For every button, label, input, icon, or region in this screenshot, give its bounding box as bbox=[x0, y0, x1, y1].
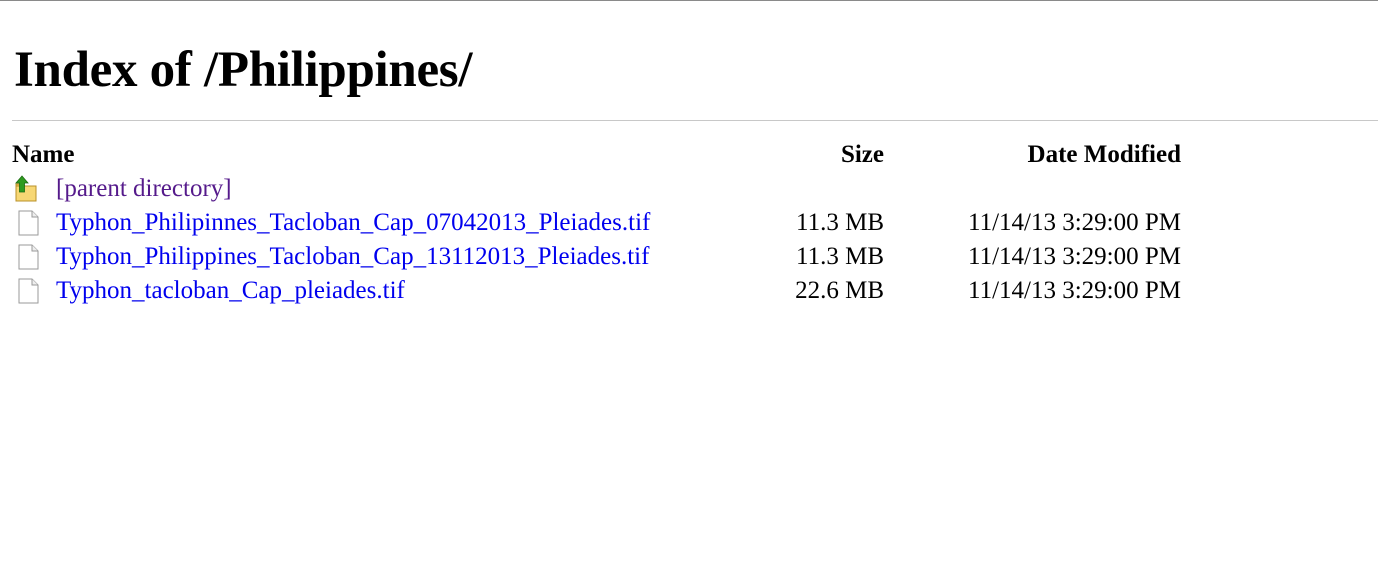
file-size: 11.3 MB bbox=[796, 209, 884, 236]
file-date-modified: 11/14/13 3:29:00 PM bbox=[968, 243, 1181, 270]
file-link[interactable]: Typhon_Philippines_Tacloban_Cap_13112013… bbox=[56, 240, 649, 274]
file-name-cell: Typhon_Philipinnes_Tacloban_Cap_07042013… bbox=[12, 206, 769, 240]
window-top-border bbox=[0, 0, 1378, 1]
file-size: 22.6 MB bbox=[795, 277, 884, 304]
file-size: 11.3 MB bbox=[796, 243, 884, 270]
file-date-modified: 11/14/13 3:29:00 PM bbox=[968, 277, 1181, 304]
parent-directory-link[interactable]: [parent directory] bbox=[56, 172, 232, 206]
file-row: Typhon_tacloban_Cap_pleiades.tif 22.6 MB… bbox=[12, 274, 1181, 308]
horizontal-rule bbox=[12, 120, 1378, 121]
file-icon[interactable] bbox=[14, 209, 42, 237]
column-header-name[interactable]: Name bbox=[12, 138, 769, 172]
page-title: Index of /Philippines/ bbox=[14, 42, 473, 98]
file-date-modified: 11/14/13 3:29:00 PM bbox=[968, 209, 1181, 236]
file-name-cell: Typhon_tacloban_Cap_pleiades.tif bbox=[12, 274, 769, 308]
file-icon[interactable] bbox=[14, 243, 42, 271]
parent-size-cell bbox=[769, 172, 884, 206]
file-row: Typhon_Philippines_Tacloban_Cap_13112013… bbox=[12, 240, 1181, 274]
parent-date-cell bbox=[884, 172, 1181, 206]
file-icon[interactable] bbox=[14, 277, 42, 305]
header-row: Name Size Date Modified bbox=[12, 138, 1181, 172]
folder-up-icon[interactable] bbox=[14, 175, 42, 203]
file-row: Typhon_Philipinnes_Tacloban_Cap_07042013… bbox=[12, 206, 1181, 240]
parent-directory-cell: [parent directory] bbox=[12, 172, 769, 206]
file-link[interactable]: Typhon_Philipinnes_Tacloban_Cap_07042013… bbox=[56, 206, 650, 240]
parent-directory-row: [parent directory] bbox=[12, 172, 1181, 206]
directory-listing: Name Size Date Modified [parent director… bbox=[12, 138, 1181, 308]
file-link[interactable]: Typhon_tacloban_Cap_pleiades.tif bbox=[56, 274, 405, 308]
file-name-cell: Typhon_Philippines_Tacloban_Cap_13112013… bbox=[12, 240, 769, 274]
column-header-date-modified[interactable]: Date Modified bbox=[884, 138, 1181, 172]
column-header-size[interactable]: Size bbox=[769, 138, 884, 172]
